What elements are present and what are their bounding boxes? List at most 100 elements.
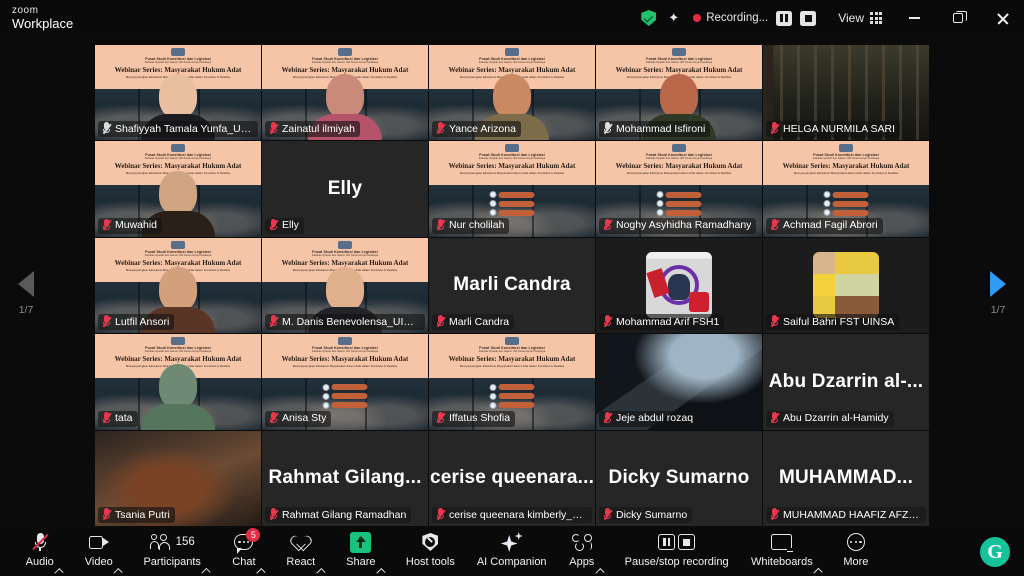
participant-tile[interactable]: Pusat Studi Konstitusi dan Legislasi Faku… <box>596 141 762 237</box>
toolbar-button-label: Video <box>84 556 113 568</box>
chevron-up-icon[interactable] <box>201 567 212 576</box>
participant-name-label: HELGA NURMILA SARI <box>766 121 901 138</box>
participant-tile[interactable]: cerise queenara... cerise queenara kimber… <box>429 430 595 526</box>
participant-name-label: Iffatus Shofia <box>432 410 516 427</box>
chevron-up-icon[interactable] <box>256 568 266 576</box>
participant-tile[interactable]: Jeje abdul rozaq <box>596 334 762 430</box>
participant-name: Zainatul ilmiyah <box>282 122 355 135</box>
chevron-up-icon[interactable] <box>113 567 123 576</box>
banner-info-badges <box>489 383 535 409</box>
toolbar-whiteboards-button[interactable]: Whiteboards <box>740 528 833 576</box>
brand-zoom: zoom <box>12 5 39 16</box>
toolbar-button-label: Apps <box>569 556 595 568</box>
encryption-status[interactable] <box>635 0 662 36</box>
toolbar-participants-button[interactable]: 156 Participants <box>132 528 220 576</box>
toolbar-button-label: Host tools <box>405 556 455 568</box>
video-stage: 1/7 Pusat Studi Konstitusi dan Legislasi… <box>0 36 1024 528</box>
microphone-muted-icon <box>269 411 279 425</box>
recording-status: Recording... <box>685 0 822 36</box>
microphone-muted-icon <box>269 122 279 135</box>
chevron-up-icon[interactable] <box>316 567 326 576</box>
toolbar-ai-companion-button[interactable]: AI Companion <box>466 528 558 576</box>
participant-name-label: Jeje abdul rozaq <box>599 410 699 427</box>
institution-logo-icon <box>171 240 185 249</box>
participant-tile[interactable]: Pusat Studi Konstitusi dan Legislasi Faku… <box>596 45 762 141</box>
grammarly-g-icon[interactable]: G <box>980 537 1010 567</box>
toolbar-audio-button[interactable]: Audio <box>14 528 73 576</box>
participant-tile[interactable]: Saiful Bahri FST UINSA <box>763 237 929 334</box>
participant-tile[interactable]: HELGA NURMILA SARI <box>763 45 929 141</box>
participant-name-label: tata <box>98 410 138 427</box>
microphone-muted-icon <box>436 411 446 425</box>
close-button[interactable] <box>980 0 1024 36</box>
banner-info-badges <box>656 191 702 216</box>
participant-name: Jeje abdul rozaq <box>616 412 694 425</box>
toolbar-host-tools-button[interactable]: Host tools <box>395 528 466 576</box>
microphone-muted-icon <box>102 315 112 328</box>
participant-name-label: M. Danis Benevolensa_UINSA <box>265 314 425 331</box>
chevron-up-icon[interactable] <box>813 567 823 576</box>
participant-tile[interactable]: Pusat Studi Konstitusi dan Legislasi Faku… <box>429 141 595 237</box>
toolbar-share-button[interactable]: Share <box>335 528 395 576</box>
participant-name: HELGA NURMILA SARI <box>783 122 896 135</box>
participant-tile[interactable]: Pusat Studi Konstitusi dan Legislasi Faku… <box>95 141 261 237</box>
chat-bubble-icon: 5 <box>234 528 261 554</box>
stop-recording-button[interactable] <box>800 10 817 26</box>
pause-recording-button[interactable] <box>776 10 793 26</box>
toolbar-button-label: Pause/stop recording <box>624 556 729 568</box>
ai-companion-titlebar-button[interactable]: ✦ <box>662 0 685 36</box>
maximize-button[interactable] <box>936 0 980 36</box>
participant-name-label: Shafiyyah Tamala Yunfa_UINSA <box>98 121 258 138</box>
microphone-muted-icon <box>436 315 446 328</box>
minimize-button[interactable] <box>892 0 936 36</box>
people-icon: 156 <box>149 531 195 553</box>
participant-name-label: Rahmat Gilang Ramadhan <box>265 507 412 523</box>
toolbar-apps-button[interactable]: Apps <box>558 528 614 576</box>
toolbar-button-label: Participants <box>143 556 201 568</box>
participant-tile[interactable]: MUHAMMAD...MUHAMMAD HAAFIZ AFZAAL ... <box>763 430 929 526</box>
participant-tile[interactable]: Abu Dzarrin al-... Abu Dzarrin al-Hamidy <box>763 334 929 430</box>
participant-tile[interactable]: Pusat Studi Konstitusi dan Legislasi Faku… <box>262 237 428 334</box>
chevron-up-icon[interactable] <box>54 567 64 576</box>
participant-tile[interactable]: Dicky Sumarno Dicky Sumarno <box>596 430 762 526</box>
participant-tile[interactable]: Pusat Studi Konstitusi dan Legislasi Faku… <box>95 334 261 430</box>
participant-tile[interactable]: Pusat Studi Konstitusi dan Legislasi Faku… <box>95 45 261 141</box>
participant-name: Tsania Putri <box>115 508 170 521</box>
participant-tile[interactable]: Marli Candra Marli Candra <box>429 237 595 334</box>
previous-page-button[interactable]: 1/7 <box>0 258 52 328</box>
chevron-up-icon[interactable] <box>595 568 605 576</box>
view-selector[interactable]: View <box>822 11 892 25</box>
grid-icon <box>870 12 882 24</box>
chevron-up-icon[interactable] <box>376 567 386 576</box>
titlebar-right-group: ✦ Recording... View <box>635 0 1024 36</box>
participant-tile[interactable]: Pusat Studi Konstitusi dan Legislasi Faku… <box>95 237 261 334</box>
toolbar-pause-stop-recording-button[interactable]: Pause/stop recording <box>614 528 740 576</box>
chevron-right-icon <box>990 270 1006 297</box>
participant-tile[interactable]: Pusat Studi Konstitusi dan Legislasi Faku… <box>262 45 428 141</box>
participant-tile[interactable]: Tsania Putri <box>95 430 261 526</box>
participant-tile[interactable]: Rahmat Gilang... Rahmat Gilang Ramadhan <box>262 430 428 526</box>
toolbar-chat-button[interactable]: 5 Chat <box>221 528 275 576</box>
participant-tile[interactable]: Pusat Studi Konstitusi dan Legislasi Faku… <box>763 141 929 237</box>
microphone-icon <box>603 122 613 135</box>
participant-tile[interactable]: Pusat Studi Konstitusi dan Legislasi Faku… <box>429 45 595 141</box>
toolbar-react-button[interactable]: React <box>275 528 335 576</box>
participant-tile[interactable]: Pusat Studi Konstitusi dan Legislasi Faku… <box>429 334 595 430</box>
pause-stop-recording-icon <box>658 531 696 553</box>
toolbar-more-button[interactable]: More <box>832 528 879 576</box>
share-screen-icon <box>350 531 372 553</box>
banner-info-badges <box>823 191 869 216</box>
microphone-muted-icon <box>31 531 49 553</box>
participant-tile[interactable]: Mohammad Arif FSH1 <box>596 237 762 334</box>
participant-name-label: Marli Candra <box>432 314 515 331</box>
participant-name-label: Zainatul ilmiyah <box>265 121 360 138</box>
microphone-muted-icon <box>102 508 112 521</box>
microphone-muted-icon <box>770 508 780 521</box>
toolbar-video-button[interactable]: Video <box>73 528 132 576</box>
next-page-button[interactable]: 1/7 <box>972 258 1024 328</box>
participant-tile[interactable]: Pusat Studi Konstitusi dan Legislasi Faku… <box>262 334 428 430</box>
webinar-banner: Pusat Studi Konstitusi dan Legislasi Faku… <box>262 334 428 379</box>
participant-tile[interactable]: Elly Elly <box>262 141 428 237</box>
whiteboard-icon <box>771 531 794 553</box>
participant-name: Saiful Bahri FST UINSA <box>783 315 895 328</box>
